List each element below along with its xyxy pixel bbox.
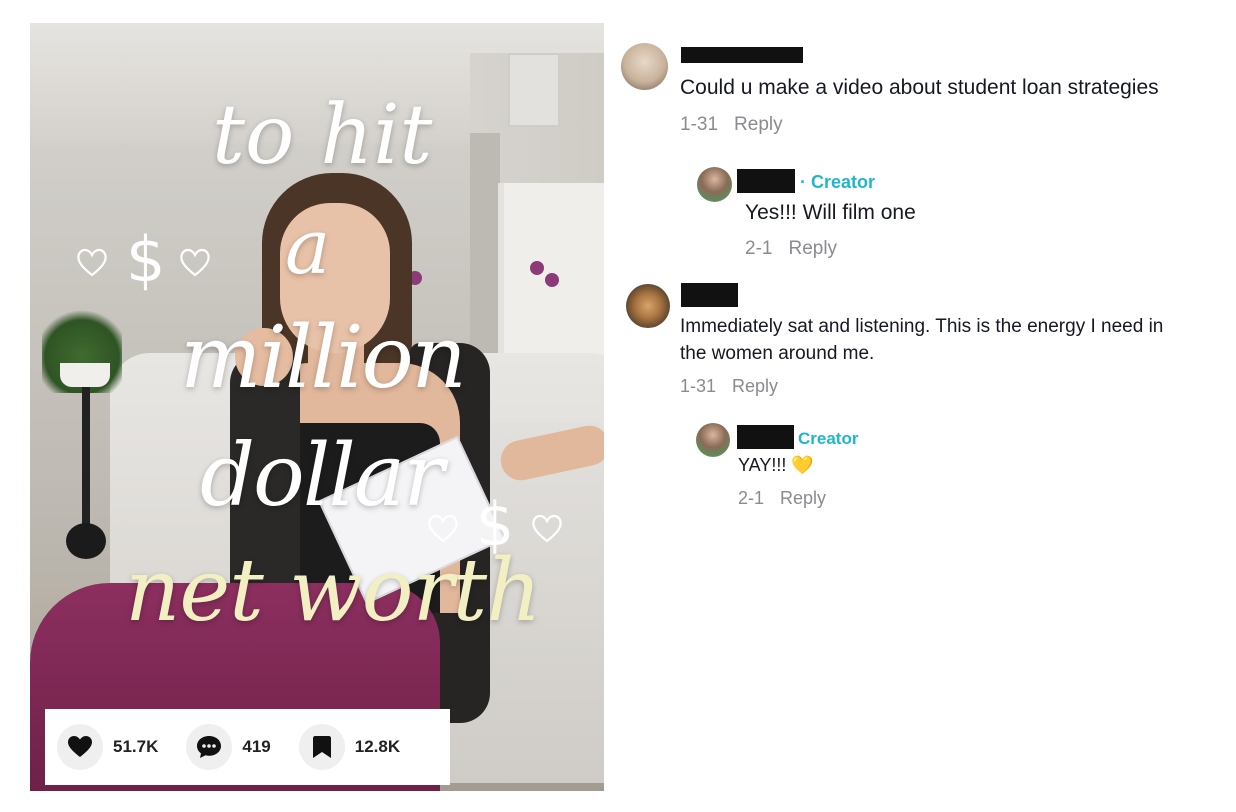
reply-text-content: YAY!!!	[738, 455, 787, 475]
reply-date: 2-1	[745, 238, 773, 259]
comment-text: the women around me.	[680, 343, 875, 364]
dollar-doodle: $	[476, 490, 515, 560]
reply-text: YAY!!! 💛	[738, 455, 814, 476]
redacted-username	[681, 283, 738, 307]
heart-doodle-icon	[180, 248, 210, 277]
background-plant-stand	[82, 387, 90, 537]
background-pot	[60, 363, 110, 387]
heart-doodle-icon	[77, 248, 107, 277]
overlay-text-line: a	[285, 202, 331, 291]
like-count: 51.7K	[113, 737, 159, 756]
overlay-text-line: to hit	[212, 88, 433, 183]
commenter-avatar[interactable]	[626, 284, 670, 328]
comment-meta: 1-31 Reply	[680, 376, 778, 397]
comment-count: 419	[242, 737, 271, 756]
comment-icon[interactable]	[186, 724, 233, 770]
save-count: 12.8K	[354, 737, 401, 756]
overlay-text-line: dollar	[200, 426, 444, 526]
yellow-heart-icon: 💛	[791, 455, 814, 475]
comment-text: Immediately sat and listening. This is t…	[680, 316, 1164, 337]
creator-avatar[interactable]	[697, 167, 732, 202]
comment-meta: 1-31 Reply	[680, 114, 783, 136]
reply-button[interactable]: Reply	[734, 114, 783, 135]
save-stat[interactable]: 12.8K	[298, 724, 401, 770]
reply-meta: 2-1 Reply	[738, 488, 826, 509]
comment-text: Could u make a video about student loan …	[680, 76, 1159, 99]
comment-date: 1-31	[680, 114, 719, 135]
reply-button[interactable]: Reply	[780, 488, 826, 508]
reply-text: Yes!!! Will film one	[745, 201, 916, 224]
heart-doodle-icon	[532, 514, 562, 543]
reply-button[interactable]: Reply	[788, 238, 837, 259]
background-stand-base	[66, 523, 106, 559]
creator-avatar[interactable]	[696, 423, 730, 457]
redacted-username	[737, 425, 794, 449]
overlay-text-line: net worth	[125, 541, 542, 641]
creator-badge: Creator	[798, 429, 859, 448]
reply-date: 2-1	[738, 488, 765, 508]
background-orchid	[545, 273, 559, 287]
heart-doodle-icon	[428, 514, 458, 543]
creator-badge: · Creator	[800, 172, 876, 192]
redacted-username	[681, 47, 803, 63]
reply-button[interactable]: Reply	[732, 376, 778, 396]
comment-date: 1-31	[680, 376, 717, 396]
bookmark-icon[interactable]	[298, 724, 345, 770]
commenter-avatar[interactable]	[621, 43, 668, 90]
like-stat[interactable]: 51.7K	[57, 724, 158, 770]
reply-meta: 2-1 Reply	[745, 238, 837, 260]
comment-stat[interactable]: 419	[186, 724, 271, 770]
background-orchid	[530, 261, 544, 275]
heart-icon[interactable]	[57, 724, 103, 770]
overlay-text-line: million	[180, 308, 467, 408]
dollar-doodle: $	[126, 223, 166, 296]
engagement-stats-bar: 51.7K 419 12.8K	[45, 709, 450, 785]
redacted-username	[737, 169, 795, 193]
video-thumbnail[interactable]: to hit a million dollar net worth $ $	[30, 23, 604, 791]
background-vent	[508, 53, 560, 127]
